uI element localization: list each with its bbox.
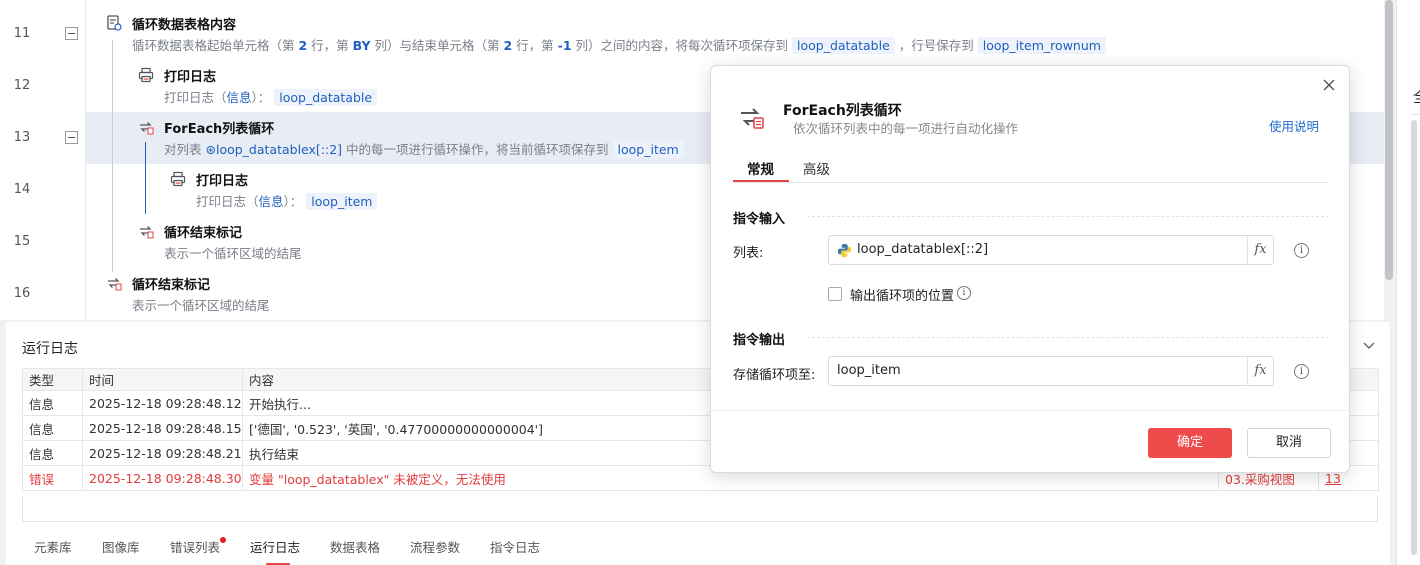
section-title-input: 指令输入 (733, 212, 786, 227)
cancel-button[interactable]: 取消 (1247, 428, 1331, 458)
confirm-button[interactable]: 确定 (1148, 428, 1232, 458)
log-type: 信息 (22, 415, 83, 441)
step-desc: 打印日志（信息）： loop_datatable (164, 87, 378, 106)
line-number: 15 (13, 234, 31, 249)
step-desc: 打印日志（信息）： loop_item (196, 191, 378, 210)
foreach-loop-icon (741, 108, 764, 129)
fold-toggle[interactable] (65, 131, 78, 144)
column-header: 类型 (22, 368, 83, 391)
editor-scrollbar[interactable] (1385, 0, 1393, 280)
foreach-dialog: ForEach列表循环 依次循环列表中的每一项进行自动化操作 使用说明 常规 高… (710, 65, 1350, 473)
store-input[interactable]: loop_item fx (828, 356, 1274, 386)
log-time: 2025-12-18 09:28:48.307 (82, 465, 243, 491)
fold-toggle[interactable] (65, 27, 78, 40)
log-panel-title: 运行日志 (22, 341, 78, 357)
close-icon[interactable] (1321, 78, 1337, 94)
tab-run-log[interactable]: 运行日志 (250, 537, 300, 556)
divider (1411, 114, 1420, 115)
tab-flow-params[interactable]: 流程参数 (410, 537, 460, 556)
loop-end-icon (140, 226, 154, 239)
fx-expression-button[interactable]: fx (1247, 357, 1273, 385)
chevron-down-icon[interactable] (1362, 338, 1378, 354)
loop-table-icon (107, 15, 122, 31)
line-number: 11 (13, 26, 31, 41)
indent-guide (112, 40, 113, 272)
printer-icon (138, 67, 154, 83)
step-desc: 循环数据表格起始单元格（第 2 行，第 BY 列）与结束单元格（第 2 行，第 … (132, 35, 1106, 54)
variable-ref[interactable]: loop_datatablex[::2] (216, 142, 342, 157)
indent-guide-active (145, 142, 146, 214)
store-label: 存储循环项至: (733, 368, 816, 383)
dialog-subtitle: 依次循环列表中的每一项进行自动化操作 (793, 121, 1019, 136)
tab-advanced[interactable]: 高级 (803, 158, 830, 178)
error-badge-dot (220, 537, 226, 543)
section-divider (807, 216, 1329, 217)
log-type: 信息 (22, 440, 83, 466)
footer-divider (711, 410, 1349, 411)
line-gutter: 11 12 13 14 15 16 (0, 0, 86, 320)
tab-command-log[interactable]: 指令日志 (490, 537, 540, 556)
active-tab-indicator (733, 180, 789, 182)
step-title: 打印日志 (196, 174, 249, 189)
checkbox-label: 输出循环项的位置 (850, 289, 955, 304)
variable-tag[interactable]: loop_item (612, 141, 684, 158)
variable-tag[interactable]: loop_datatable (792, 37, 895, 54)
log-time: 2025-12-18 09:28:48.124 (82, 390, 243, 416)
variable-tag[interactable]: loop_item (306, 193, 378, 210)
list-input[interactable]: loop_datatablex[::2] fx (828, 235, 1274, 265)
section-divider (807, 337, 1329, 338)
list-label: 列表: (733, 246, 764, 261)
log-table-empty-area (22, 496, 1378, 522)
column-header: 时间 (82, 368, 243, 391)
store-input-value: loop_item (837, 363, 901, 378)
info-icon[interactable]: i (957, 286, 971, 300)
step-title: ForEach列表循环 (164, 122, 275, 137)
list-input-value: loop_datatablex[::2] (857, 242, 989, 257)
step-desc: 表示一个循环区域的结尾 (132, 298, 270, 313)
line-number: 16 (13, 286, 31, 301)
right-panel-scrollbar[interactable] (1411, 120, 1417, 555)
step-desc: 对列表 ⊛loop_datatablex[::2] 中的每一项进行循环操作，将当… (164, 139, 684, 158)
fx-expression-button[interactable]: fx (1247, 236, 1273, 264)
step-desc: 表示一个循环区域的结尾 (164, 246, 302, 261)
tab-general[interactable]: 常规 (747, 158, 774, 178)
section-title-output: 指令输出 (733, 333, 786, 348)
log-type: 信息 (22, 390, 83, 416)
line-number: 13 (13, 130, 31, 145)
loop-arrows-icon (140, 122, 154, 135)
info-icon[interactable]: i (1294, 364, 1309, 379)
tab-data-table[interactable]: 数据表格 (330, 537, 380, 556)
variable-tag[interactable]: loop_datatable (274, 89, 378, 106)
bottom-tabs: 元素库 图像库 错误列表 运行日志 数据表格 流程参数 指令日志 (6, 527, 1390, 565)
log-type: 错误 (22, 465, 83, 491)
python-icon (837, 243, 852, 258)
log-time: 2025-12-18 09:28:48.211 (82, 440, 243, 466)
variable-ref-icon: ⊛ (205, 142, 216, 157)
dialog-title: ForEach列表循环 (783, 103, 902, 119)
tab-element-library[interactable]: 元素库 (34, 537, 72, 556)
tab-image-library[interactable]: 图像库 (102, 537, 140, 556)
tab-divider (733, 182, 1329, 183)
right-side-panel: 全 (1396, 0, 1420, 565)
output-position-checkbox[interactable] (828, 287, 842, 301)
log-time: 2025-12-18 09:28:48.159 (82, 415, 243, 441)
printer-icon (170, 171, 186, 187)
variable-tag[interactable]: loop_item_rownum (977, 37, 1106, 54)
loop-end-icon (108, 278, 122, 291)
step-title: 循环数据表格内容 (132, 18, 237, 33)
step-title: 循环结束标记 (164, 226, 243, 241)
line-number: 12 (13, 78, 31, 93)
step-title: 循环结束标记 (132, 278, 211, 293)
info-icon[interactable]: i (1294, 243, 1309, 258)
tab-error-list[interactable]: 错误列表 (170, 537, 220, 556)
right-panel-label: 全 (1413, 86, 1420, 107)
help-link[interactable]: 使用说明 (1269, 116, 1319, 135)
step-title: 打印日志 (164, 70, 217, 85)
line-number: 14 (13, 182, 31, 197)
